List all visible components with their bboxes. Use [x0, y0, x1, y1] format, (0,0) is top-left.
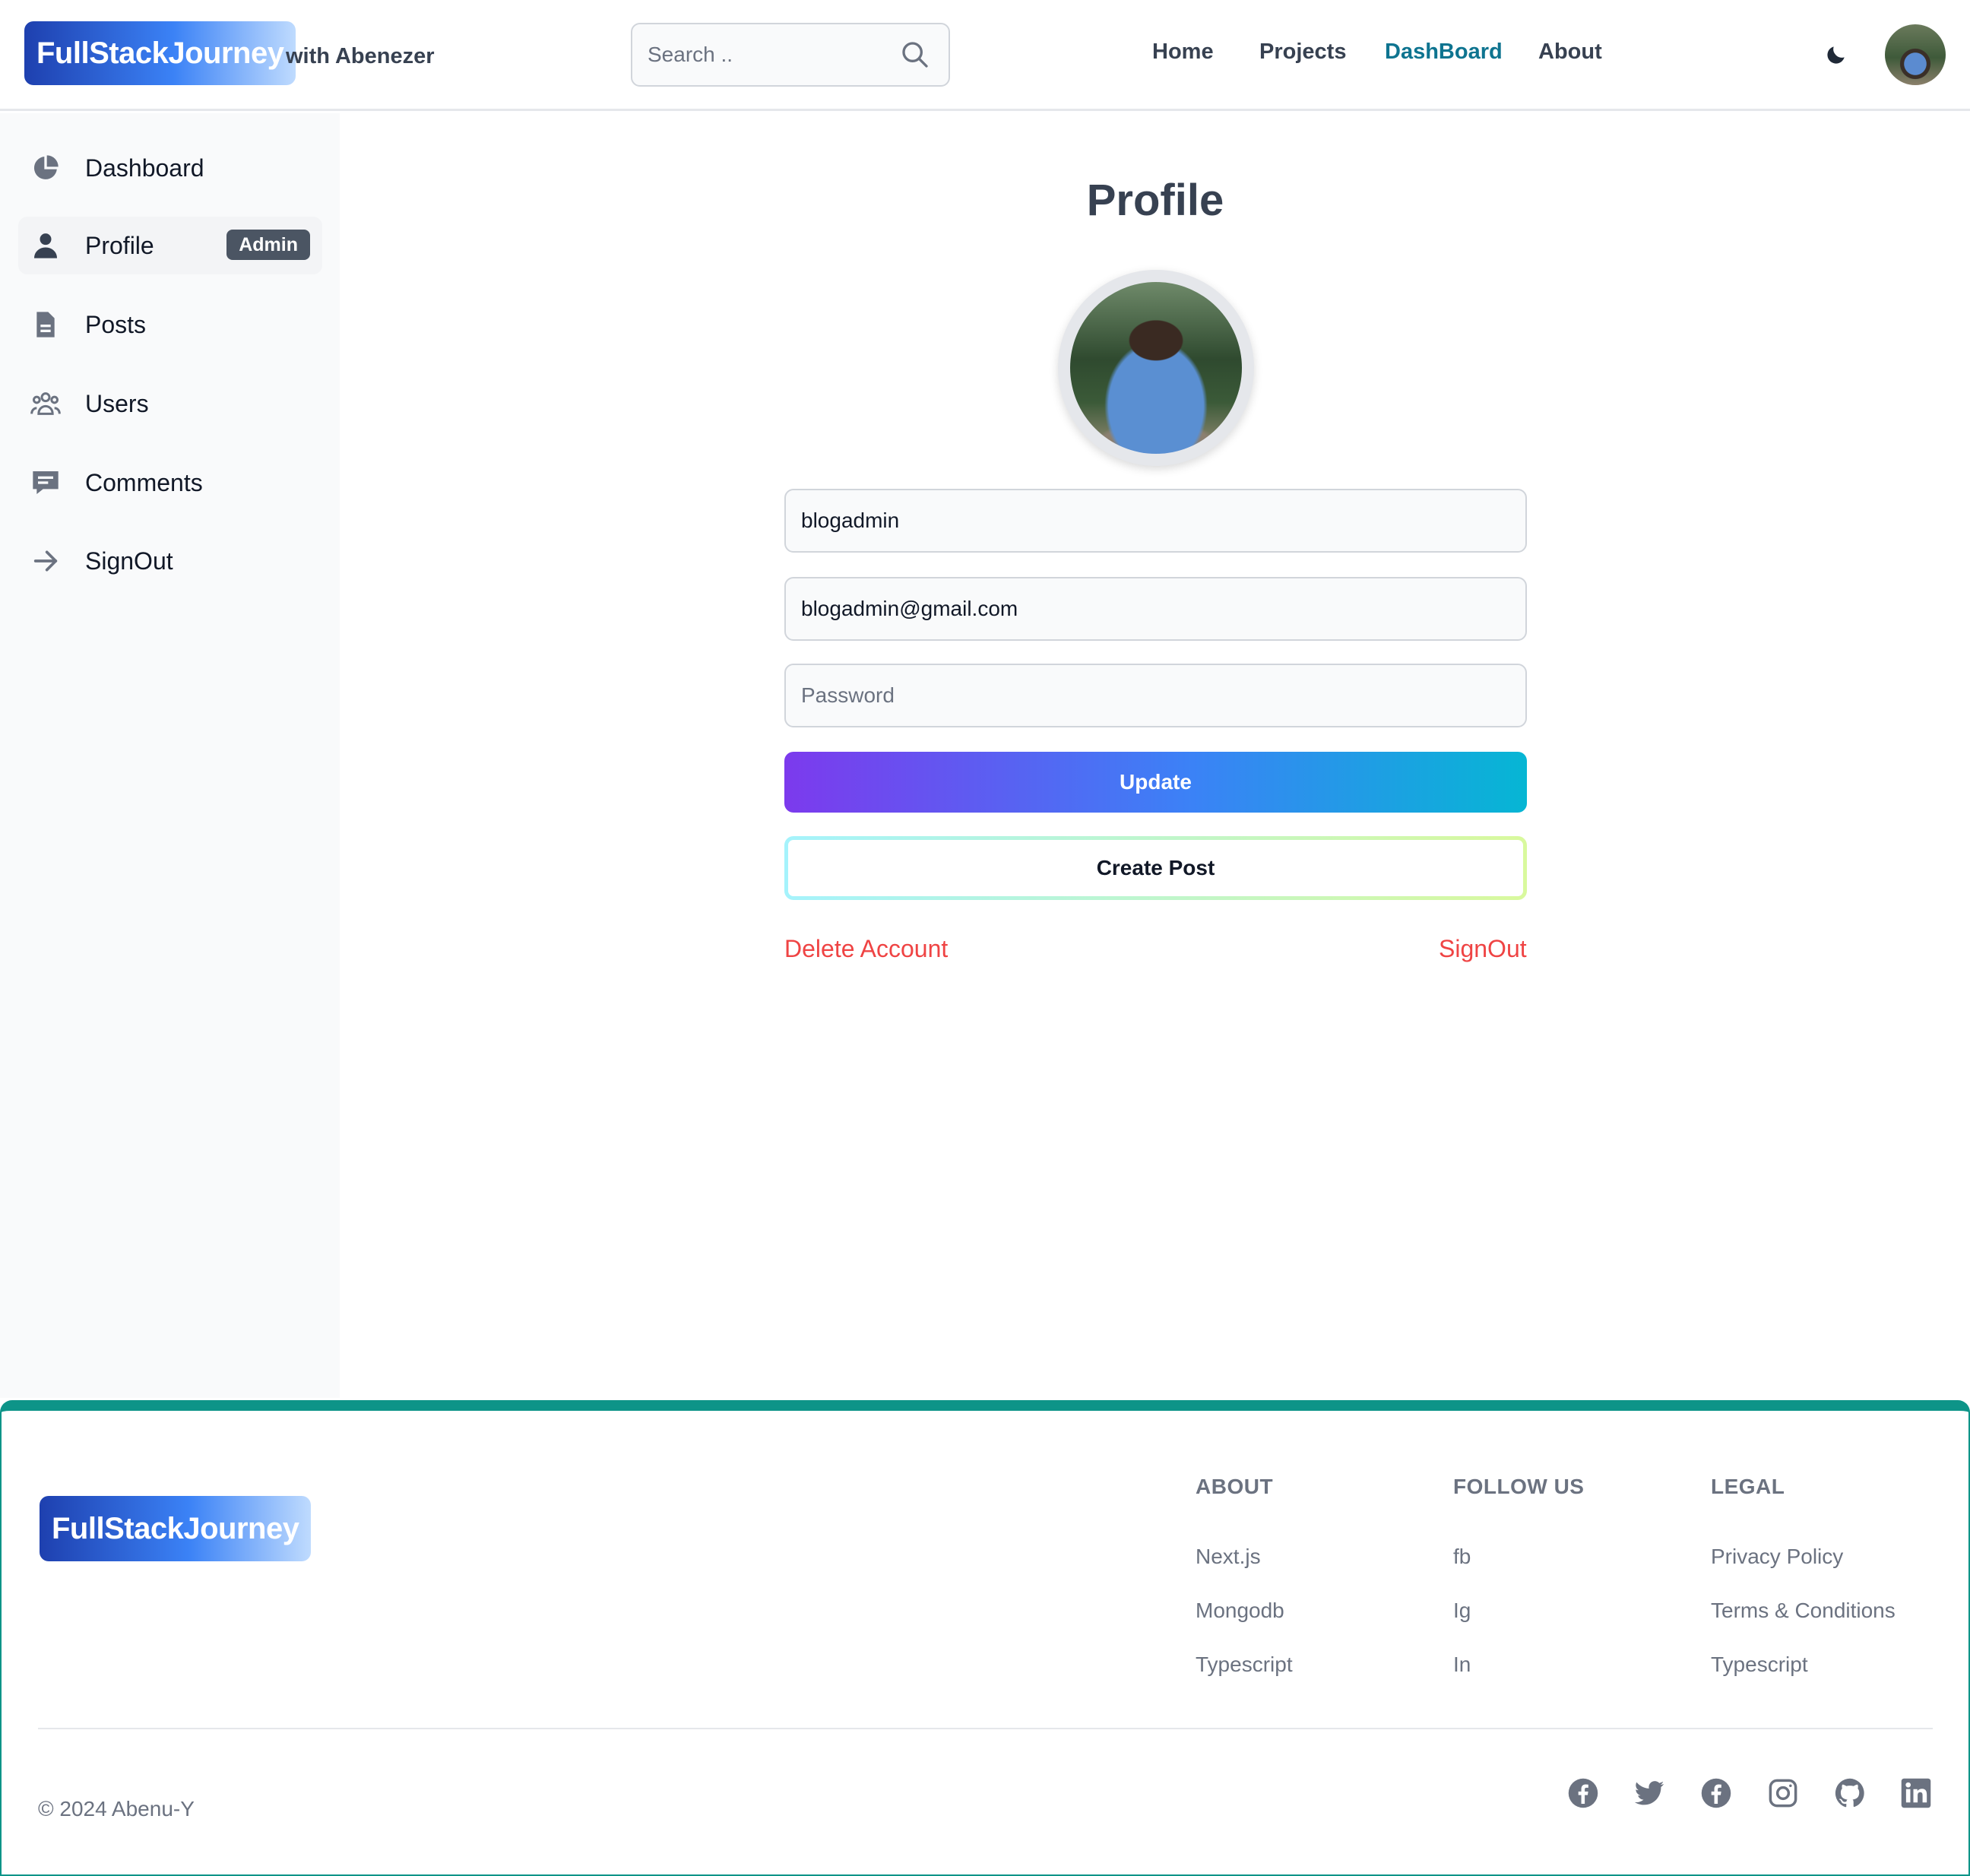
- users-group-icon: [30, 392, 61, 415]
- password-field: [784, 664, 1527, 727]
- sidebar-item-label: Dashboard: [85, 154, 204, 182]
- sidebar-item-label: Posts: [85, 311, 147, 338]
- footer-column-title-about: ABOUT: [1196, 1475, 1274, 1498]
- copyright-text: © 2024 Abenu-Y: [38, 1797, 195, 1821]
- footer-link[interactable]: Typescript: [1711, 1653, 1808, 1677]
- github-icon[interactable]: [1834, 1777, 1866, 1809]
- signout-link[interactable]: SignOut: [1439, 935, 1527, 963]
- create-post-button[interactable]: Create Post: [784, 836, 1527, 900]
- sidebar: Dashboard Profile Admin Posts Users Comm…: [0, 113, 340, 1398]
- search-input[interactable]: [648, 24, 891, 85]
- search-box: [631, 23, 950, 87]
- sidebar-item-label: SignOut: [85, 547, 173, 575]
- footer-column-title-legal: LEGAL: [1711, 1475, 1785, 1498]
- email-input[interactable]: [786, 578, 1525, 639]
- moon-icon[interactable]: [1824, 43, 1848, 67]
- footer-link[interactable]: Terms & Conditions: [1711, 1599, 1896, 1623]
- footer-link[interactable]: fb: [1453, 1545, 1471, 1569]
- sidebar-item-signout[interactable]: SignOut: [18, 532, 322, 590]
- brand-logo[interactable]: FullStackJourney: [24, 21, 296, 85]
- pie-chart-icon: [33, 155, 59, 179]
- sidebar-item-posts[interactable]: Posts: [18, 296, 322, 353]
- footer-link[interactable]: In: [1453, 1653, 1471, 1677]
- profile-photo: [1070, 282, 1242, 454]
- sidebar-item-dashboard[interactable]: Dashboard: [18, 139, 322, 197]
- sidebar-item-users[interactable]: Users: [18, 375, 322, 433]
- delete-account-link[interactable]: Delete Account: [784, 935, 948, 963]
- sidebar-item-profile[interactable]: Profile Admin: [18, 217, 322, 274]
- footer-divider: [38, 1728, 1933, 1729]
- footer-link[interactable]: Typescript: [1196, 1653, 1293, 1677]
- footer-link[interactable]: Ig: [1453, 1599, 1471, 1623]
- password-input[interactable]: [786, 665, 1525, 726]
- facebook-icon[interactable]: [1567, 1777, 1599, 1809]
- email-field: [784, 577, 1527, 641]
- user-icon: [34, 233, 57, 258]
- profile-avatar[interactable]: [1058, 270, 1254, 466]
- twitter-icon[interactable]: [1633, 1777, 1665, 1809]
- nav-projects[interactable]: Projects: [1259, 40, 1346, 65]
- username-input[interactable]: [786, 490, 1525, 551]
- sidebar-item-label: Users: [85, 390, 149, 417]
- page-title: Profile: [1086, 176, 1224, 225]
- comment-icon: [33, 471, 59, 494]
- top-navbar: FullStackJourney with Abenezer Home Proj…: [0, 0, 1970, 111]
- footer-link[interactable]: Privacy Policy: [1711, 1545, 1843, 1569]
- footer-brand-logo[interactable]: FullStackJourney: [40, 1496, 312, 1561]
- user-avatar[interactable]: [1885, 24, 1946, 85]
- document-icon: [36, 312, 55, 337]
- sidebar-item-label: Comments: [85, 469, 203, 496]
- instagram-icon[interactable]: [1767, 1777, 1799, 1809]
- footer-column-title-follow: FOLLOW US: [1453, 1475, 1585, 1498]
- footer: FullStackJourney: [0, 1400, 1970, 1876]
- footer-link[interactable]: Mongodb: [1196, 1599, 1284, 1623]
- linkedin-icon[interactable]: [1900, 1777, 1932, 1809]
- facebook-icon[interactable]: [1700, 1777, 1732, 1809]
- brand-suffix: with Abenezer: [286, 44, 435, 68]
- username-field: [784, 489, 1527, 553]
- arrow-right-icon: [33, 550, 58, 572]
- nav-dashboard[interactable]: DashBoard: [1385, 40, 1503, 65]
- footer-link[interactable]: Next.js: [1196, 1545, 1261, 1569]
- nav-about[interactable]: About: [1538, 40, 1602, 65]
- sidebar-item-label: Profile: [85, 232, 154, 259]
- update-button[interactable]: Update: [784, 752, 1527, 813]
- sidebar-item-comments[interactable]: Comments: [18, 454, 322, 512]
- admin-badge: Admin: [226, 230, 310, 260]
- nav-home[interactable]: Home: [1152, 40, 1214, 65]
- search-icon[interactable]: [900, 40, 930, 70]
